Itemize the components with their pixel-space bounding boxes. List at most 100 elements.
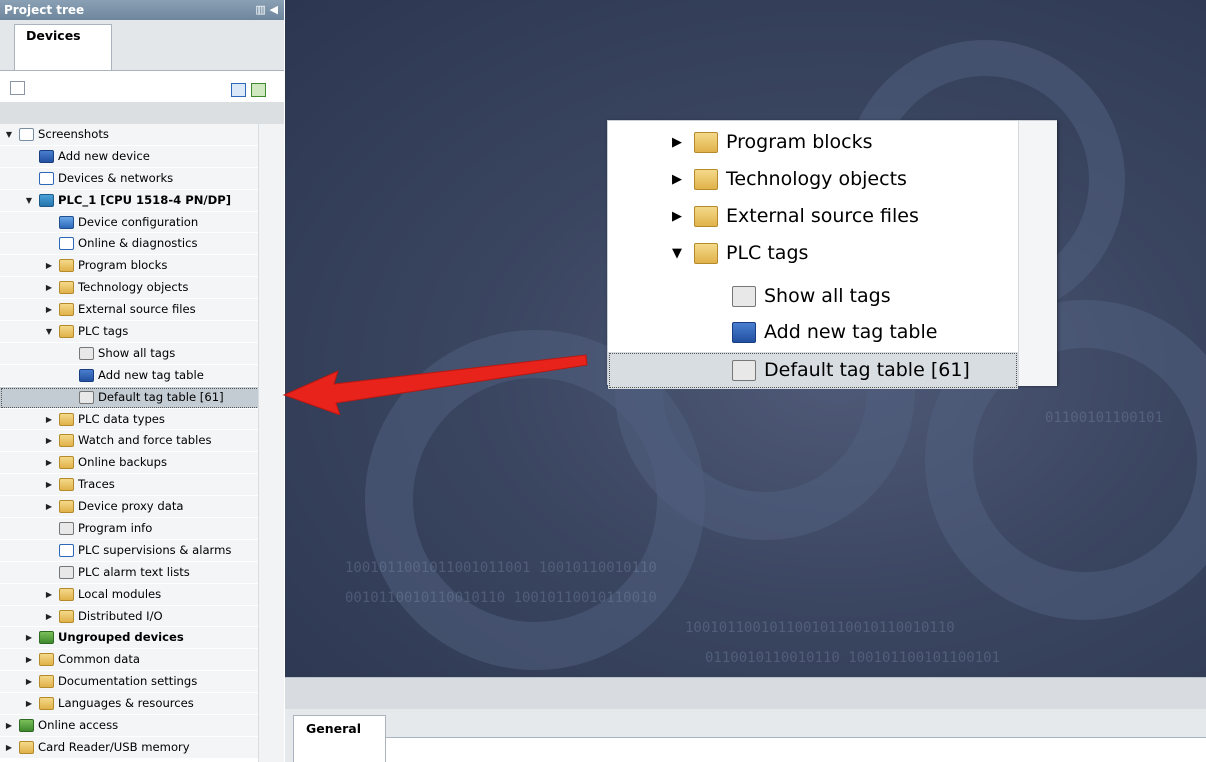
tree-side-column xyxy=(258,124,284,762)
tree-item-label: Ungrouped devices xyxy=(58,630,184,645)
zoom-item-label: Show all tags xyxy=(764,285,891,307)
expand-arrow-icon[interactable]: ▶ xyxy=(44,430,54,452)
tree-item[interactable]: ▶ Watch and force tables xyxy=(0,430,260,453)
tree-item[interactable]: ▼ Screenshots xyxy=(0,124,260,146)
expand-arrow-icon[interactable]: ▶ xyxy=(44,409,54,431)
expand-arrow-icon[interactable]: ▶ xyxy=(44,299,54,321)
tree-item-label: Card Reader/USB memory xyxy=(38,739,190,754)
expand-arrow-icon[interactable]: ▶ xyxy=(24,671,34,693)
tree-column-header xyxy=(0,102,284,124)
blue-icon xyxy=(59,215,74,229)
zoom-tree-item[interactable]: Show all tags xyxy=(608,278,1018,315)
detail-view-icon[interactable] xyxy=(231,83,246,97)
net-icon xyxy=(39,171,54,185)
collapse-arrow-icon[interactable]: ▼ xyxy=(44,321,54,343)
zoom-tree-item[interactable]: ▶ External source files xyxy=(608,198,1018,235)
tree-item[interactable]: PLC supervisions & alarms xyxy=(0,539,260,562)
tree-item[interactable]: Program info xyxy=(0,518,260,540)
net-icon xyxy=(59,543,74,557)
folder-icon xyxy=(39,653,54,667)
green-icon xyxy=(19,719,34,733)
tree-item-label: Traces xyxy=(78,477,115,492)
tree-item-label: Screenshots xyxy=(38,127,109,141)
zoom-item-label: PLC tags xyxy=(726,242,809,264)
tree-item[interactable]: ▶ External source files xyxy=(0,299,260,322)
folder-icon xyxy=(59,456,74,470)
tree-item-label: Add new tag table xyxy=(98,367,204,382)
expand-arrow-icon[interactable]: ▶ xyxy=(672,198,682,235)
tree-item-label: PLC tags xyxy=(78,324,129,339)
tree-item[interactable]: Devices & networks xyxy=(0,167,260,190)
collapse-arrow-icon[interactable]: ▼ xyxy=(24,190,34,212)
tree-item-label: Online backups xyxy=(78,455,168,470)
zoom-tree-item[interactable]: ▶ Program blocks xyxy=(608,124,1018,161)
folder-icon xyxy=(694,132,718,153)
collapse-panel-icon[interactable]: ▥ ◀ xyxy=(255,3,278,16)
tree-item[interactable]: ▶ PLC data types xyxy=(0,408,260,431)
tree-item[interactable]: ▶ Card Reader/USB memory xyxy=(0,736,260,759)
grey-icon xyxy=(59,522,74,536)
project-tree-panel: Project tree ▥ ◀ Devices ▼ Screenshots Add… xyxy=(0,0,284,762)
tree-item[interactable]: ▶ Device proxy data xyxy=(0,496,260,519)
tree-item-label: Program blocks xyxy=(78,258,168,273)
doc-icon xyxy=(19,128,34,141)
tree-item[interactable]: ▶ Technology objects xyxy=(0,277,260,300)
expand-arrow-icon[interactable]: ▶ xyxy=(44,474,54,496)
binary-decoration: 10010110010110010110010110010110 xyxy=(685,620,955,636)
tree-item[interactable]: Show all tags xyxy=(0,342,260,365)
tree-item[interactable]: ▼ PLC tags xyxy=(0,321,260,343)
tree-item[interactable]: Add new device xyxy=(0,145,260,168)
tree-item[interactable]: Default tag table [61] xyxy=(0,386,260,409)
expand-arrow-icon[interactable]: ▶ xyxy=(24,627,34,649)
expand-arrow-icon[interactable]: ▶ xyxy=(44,452,54,474)
new-item-icon[interactable] xyxy=(10,81,25,95)
tree-item[interactable]: ▶ Documentation settings xyxy=(0,671,260,694)
zoom-tree-item[interactable]: ▼ PLC tags xyxy=(608,235,1018,272)
tree-item[interactable]: ▶ Online access xyxy=(0,715,260,737)
tree-item[interactable]: Device configuration xyxy=(0,211,260,234)
zoom-tree-item[interactable]: Add new tag table xyxy=(608,314,1018,351)
folder-icon xyxy=(694,206,718,227)
expand-arrow-icon[interactable]: ▶ xyxy=(44,496,54,518)
tree-item[interactable]: Online & diagnostics xyxy=(0,233,260,256)
zoom-tree-item[interactable]: Default tag table [61] xyxy=(608,352,1018,389)
expand-arrow-icon[interactable]: ▶ xyxy=(44,606,54,628)
expand-arrow-icon[interactable]: ▶ xyxy=(44,584,54,606)
zoom-item-label: Technology objects xyxy=(726,168,907,190)
tree-item[interactable]: ▶ Online backups xyxy=(0,452,260,475)
tree-item[interactable]: ▶ Local modules xyxy=(0,583,260,606)
expand-arrow-icon[interactable]: ▶ xyxy=(672,124,682,161)
folder-icon xyxy=(59,500,74,514)
tree-item[interactable]: ▶ Languages & resources xyxy=(0,693,260,716)
export-icon[interactable] xyxy=(251,83,266,97)
tab-general[interactable]: General xyxy=(293,715,386,762)
collapse-arrow-icon[interactable]: ▼ xyxy=(4,124,14,146)
expand-arrow-icon[interactable]: ▶ xyxy=(44,277,54,299)
tree-item[interactable]: ▼ PLC_1 [CPU 1518-4 PN/DP] xyxy=(0,189,260,212)
tree-item[interactable]: ▶ Common data xyxy=(0,649,260,672)
grey-icon xyxy=(79,390,94,404)
tree-item[interactable]: ▶ Program blocks xyxy=(0,255,260,278)
expand-arrow-icon[interactable]: ▶ xyxy=(24,693,34,715)
tree-item[interactable]: Add new tag table xyxy=(0,364,260,387)
tree-item-label: Online & diagnostics xyxy=(78,236,198,251)
expand-arrow-icon[interactable]: ▶ xyxy=(24,649,34,671)
zoom-item-label: Program blocks xyxy=(726,131,873,153)
tree-item[interactable]: PLC alarm text lists xyxy=(0,561,260,584)
tab-devices[interactable]: Devices xyxy=(14,24,112,71)
zoom-tree-item[interactable]: ▶ Technology objects xyxy=(608,161,1018,198)
tree-item[interactable]: ▶ Ungrouped devices xyxy=(0,627,260,650)
expand-arrow-icon[interactable]: ▶ xyxy=(4,737,14,759)
tree-item-label: Device configuration xyxy=(78,214,199,229)
folder-icon xyxy=(39,675,54,689)
binary-decoration: 0010110010110010110 10010110010110010 xyxy=(345,590,657,606)
expand-arrow-icon[interactable]: ▶ xyxy=(4,715,14,737)
tree-item[interactable]: ▶ Distributed I/O xyxy=(0,605,260,628)
grey-icon xyxy=(732,286,756,307)
expand-arrow-icon[interactable]: ▶ xyxy=(672,161,682,198)
folder-icon xyxy=(59,412,74,426)
expand-arrow-icon[interactable]: ▶ xyxy=(44,255,54,277)
plc-icon xyxy=(39,193,54,207)
collapse-arrow-icon[interactable]: ▼ xyxy=(672,235,682,272)
tree-item[interactable]: ▶ Traces xyxy=(0,474,260,497)
